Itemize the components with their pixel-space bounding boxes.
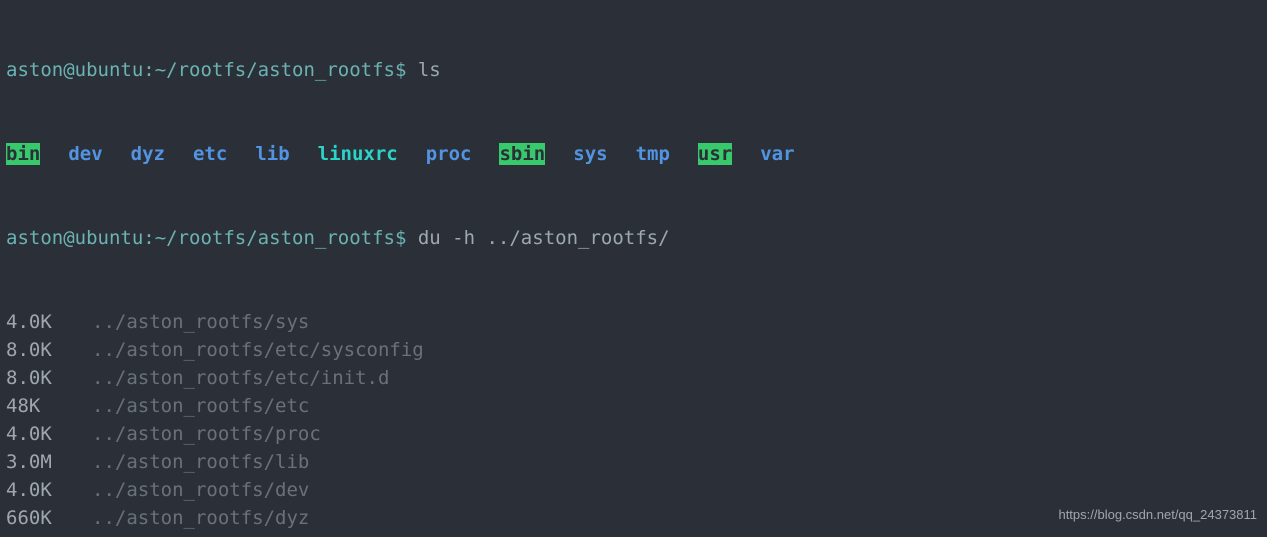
du-row: 4.0K../aston_rootfs/dev: [6, 476, 1261, 504]
ls-entry-bin: bin: [6, 143, 40, 165]
prompt-path: ~/rootfs/aston_rootfs: [155, 59, 395, 81]
ls-entry-sys: sys: [573, 143, 607, 165]
du-path: ../aston_rootfs/etc: [92, 395, 309, 417]
command-du: du -h ../aston_rootfs/: [418, 227, 670, 249]
ls-entry-proc: proc: [426, 143, 472, 165]
ls-entry-etc: etc: [193, 143, 227, 165]
prompt-sep: :: [143, 227, 154, 249]
du-size: 3.0M: [6, 448, 92, 476]
du-row: 8.0K../aston_rootfs/etc/init.d: [6, 364, 1261, 392]
ls-entry-sbin: sbin: [499, 143, 545, 165]
prompt-line-1: aston@ubuntu:~/rootfs/aston_rootfs$ ls: [6, 56, 1261, 84]
du-size: 8.0K: [6, 336, 92, 364]
du-size: 660K: [6, 504, 92, 532]
prompt-user: aston@ubuntu: [6, 227, 143, 249]
du-path: ../aston_rootfs/lib: [92, 451, 309, 473]
ls-entry-tmp: tmp: [636, 143, 670, 165]
du-row: 48K../aston_rootfs/etc: [6, 392, 1261, 420]
du-path: ../aston_rootfs/dyz: [92, 507, 309, 529]
ls-entry-lib: lib: [255, 143, 289, 165]
ls-output: bin dev dyz etc lib linuxrc proc sbin sys tmp usr v…: [6, 140, 1261, 168]
du-row: 8.0K../aston_rootfs/etc/sysconfig: [6, 336, 1261, 364]
du-size: 4.0K: [6, 308, 92, 336]
du-row: 4.0K../aston_rootfs/sys: [6, 308, 1261, 336]
prompt-path: ~/rootfs/aston_rootfs: [155, 227, 395, 249]
ls-entry-usr: usr: [698, 143, 732, 165]
prompt-line-2: aston@ubuntu:~/rootfs/aston_rootfs$ du -…: [6, 224, 1261, 252]
du-size: 48K: [6, 392, 92, 420]
prompt-sep: :: [143, 59, 154, 81]
du-row: 4.0K../aston_rootfs/proc: [6, 420, 1261, 448]
command-ls: ls: [418, 59, 441, 81]
du-path: ../aston_rootfs/dev: [92, 479, 309, 501]
ls-entry-dyz: dyz: [131, 143, 165, 165]
ls-entry-var: var: [760, 143, 794, 165]
du-row: 4.0K../aston_rootfs/sbin: [6, 532, 1261, 537]
du-path: ../aston_rootfs/proc: [92, 423, 321, 445]
watermark: https://blog.csdn.net/qq_24373811: [1058, 501, 1257, 529]
ls-entry-dev: dev: [68, 143, 102, 165]
du-path: ../aston_rootfs/sys: [92, 311, 309, 333]
du-row: 3.0M../aston_rootfs/lib: [6, 448, 1261, 476]
ls-entry-linuxrc: linuxrc: [318, 143, 398, 165]
du-size: 4.0K: [6, 476, 92, 504]
du-size: 4.0K: [6, 420, 92, 448]
terminal-window[interactable]: aston@ubuntu:~/rootfs/aston_rootfs$ ls b…: [0, 0, 1267, 537]
prompt-sym: $: [395, 227, 406, 249]
du-path: ../aston_rootfs/etc/init.d: [92, 367, 389, 389]
du-size: 8.0K: [6, 364, 92, 392]
du-size: 4.0K: [6, 532, 92, 537]
prompt-sym: $: [395, 59, 406, 81]
du-path: ../aston_rootfs/etc/sysconfig: [92, 339, 424, 361]
prompt-user: aston@ubuntu: [6, 59, 143, 81]
